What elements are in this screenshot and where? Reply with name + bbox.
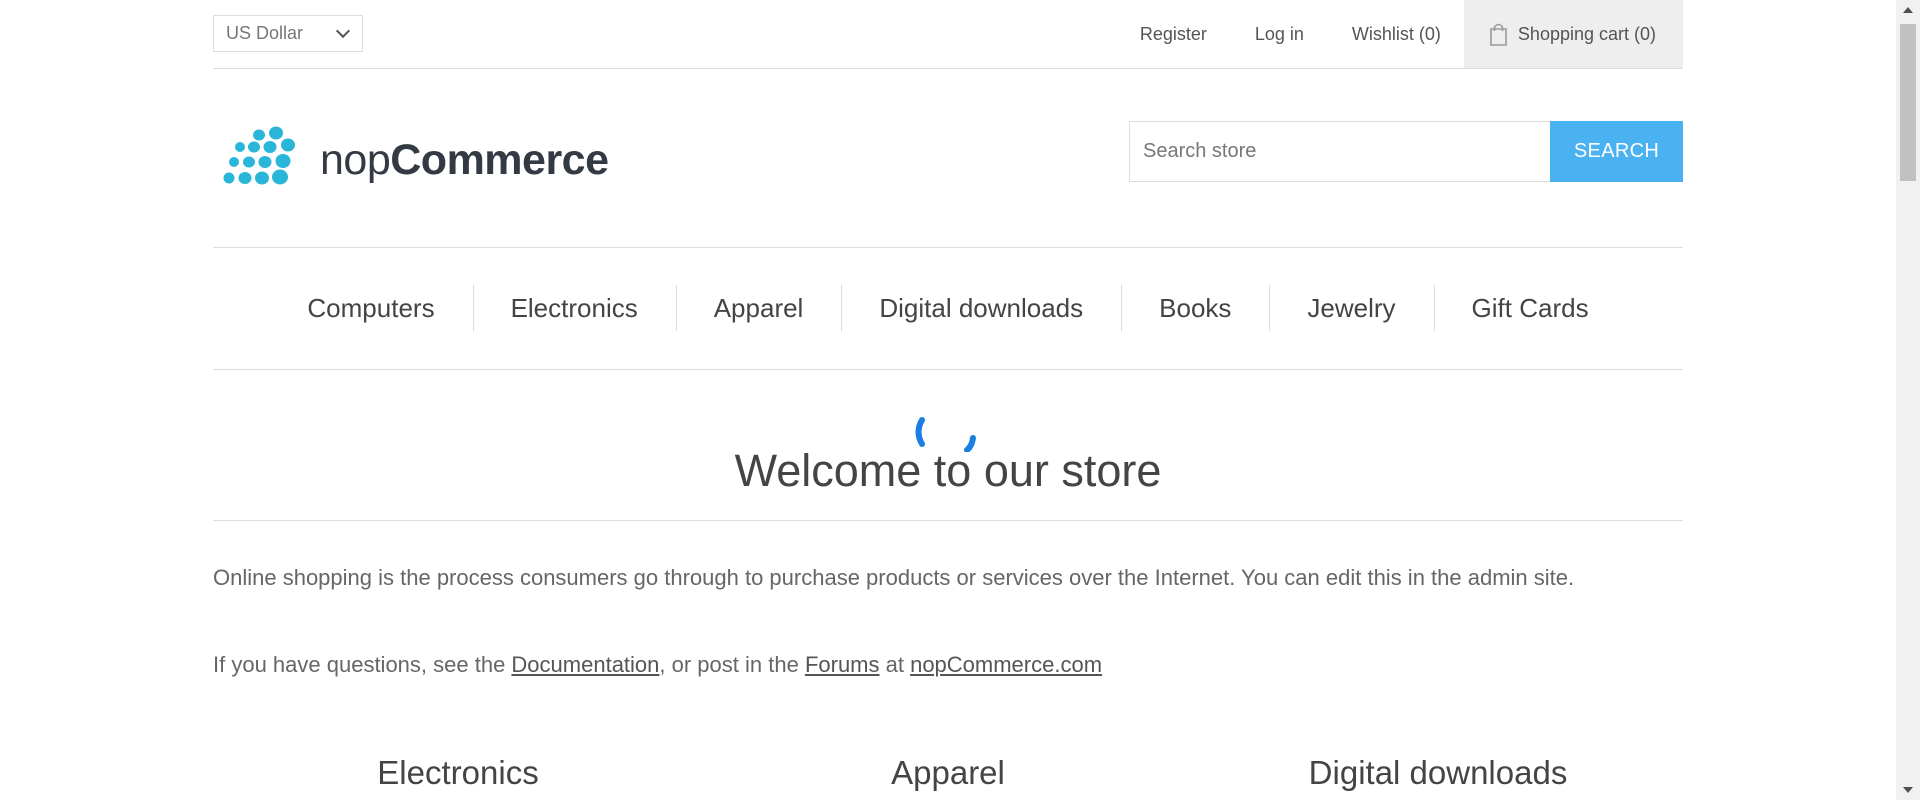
help-text-at: at xyxy=(879,652,911,677)
page-title: Welcome to our store xyxy=(734,445,1162,496)
help-text-middle: , or post in the xyxy=(659,652,805,677)
documentation-link[interactable]: Documentation xyxy=(511,652,659,677)
help-text-prefix: If you have questions, see the xyxy=(213,652,512,677)
title-divider xyxy=(213,520,1683,521)
help-paragraph: If you have questions, see the Documenta… xyxy=(213,647,1683,683)
category-title-digital-downloads[interactable]: Digital downloads xyxy=(1193,754,1683,792)
forums-link[interactable]: Forums xyxy=(805,652,880,677)
vertical-scrollbar[interactable] xyxy=(1896,0,1920,800)
welcome-paragraph: Online shopping is the process consumers… xyxy=(213,565,1575,590)
scrollbar-thumb[interactable] xyxy=(1900,24,1916,181)
content-container: Welcome to our store Online shopping is … xyxy=(213,0,1683,800)
category-title-apparel[interactable]: Apparel xyxy=(703,754,1193,792)
scroll-up-arrow-icon[interactable] xyxy=(1903,7,1913,13)
scroll-down-arrow-icon[interactable] xyxy=(1903,787,1913,793)
category-title-electronics[interactable]: Electronics xyxy=(213,754,703,792)
page: US Dollar Register Log in Wishlist (0) S… xyxy=(0,0,1920,800)
nopcommerce-site-link[interactable]: nopCommerce.com xyxy=(910,652,1102,677)
